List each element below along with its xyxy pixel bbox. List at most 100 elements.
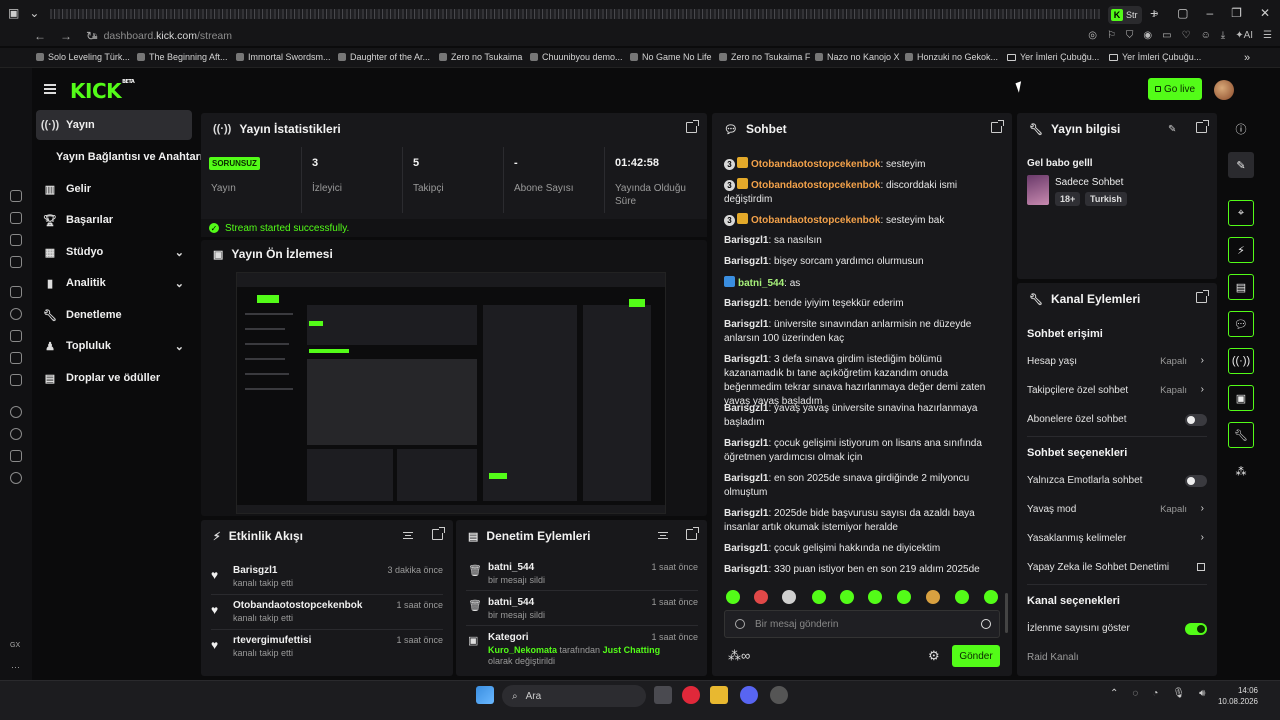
stats-widget-icon[interactable]: ⌖ — [1228, 200, 1254, 226]
sidebar-app-icon[interactable] — [10, 190, 22, 202]
pip-icon[interactable]: ▭ — [1162, 30, 1171, 41]
sidebar-app-icon[interactable] — [10, 330, 22, 342]
popout-icon[interactable] — [1196, 120, 1209, 133]
extensions-icon[interactable] — [10, 450, 22, 462]
bookmark-item[interactable]: Zero no Tsukaima — [439, 52, 522, 62]
bookmark-item[interactable]: Chuunibyou demo... — [530, 52, 623, 62]
mod-user[interactable]: batni_544 — [488, 562, 534, 573]
emote-icon[interactable] — [868, 590, 882, 604]
kick-logo[interactable]: KICKBETA — [70, 79, 135, 103]
emote-icon[interactable] — [812, 590, 826, 604]
slow-mode-setting[interactable]: Yavaş mod Kapalı › — [1027, 503, 1207, 520]
popout-icon[interactable] — [686, 120, 699, 133]
bookmark-item[interactable]: The Beginning Aft... — [137, 52, 228, 62]
browser-menu[interactable]: ▣ ⌄ — [8, 6, 39, 20]
banned-words-setting[interactable]: Yasaklanmış kelimeler › — [1027, 532, 1207, 549]
emote-icon[interactable] — [840, 590, 854, 604]
volume-icon[interactable]: 🔊︎ — [1199, 688, 1205, 699]
info-icon[interactable]: ⓘ — [1228, 116, 1254, 142]
chat-username[interactable]: Barisgzl1 — [724, 543, 768, 554]
emote-icon[interactable] — [897, 590, 911, 604]
mod-user-link[interactable]: Kuro_Nekomata — [488, 645, 557, 655]
camera-icon[interactable]: ◎ — [1088, 30, 1097, 41]
gear-icon[interactable]: ⚙ — [928, 648, 940, 664]
activity-user[interactable]: rtevergimufettisi — [233, 635, 311, 646]
chevron-up-icon[interactable]: ⌃ — [1110, 688, 1118, 699]
popout-icon[interactable] — [1196, 290, 1209, 303]
raid-setting[interactable]: Raid Kanalı — [1027, 652, 1207, 668]
menu-icon[interactable]: ☰ — [1263, 30, 1272, 41]
sidebar-app-icon[interactable] — [10, 234, 22, 246]
sidebar-item-drops[interactable]: ▤ Droplar ve ödüller — [36, 363, 192, 393]
followers-only-setting[interactable]: Takipçilere özel sohbet Kapalı › — [1027, 384, 1207, 401]
chat-tools-icon[interactable]: ⁂∞ — [728, 648, 750, 664]
account-age-setting[interactable]: Hesap yaşı Kapalı › — [1027, 355, 1207, 372]
chat-username[interactable]: Otobandaotostopcekenbok — [751, 180, 880, 191]
chat-username[interactable]: Barisgzl1 — [724, 564, 768, 575]
maximize-button[interactable]: ❐ — [1231, 6, 1242, 21]
edit-icon[interactable]: ✎ — [1168, 124, 1176, 135]
chat-username[interactable]: Otobandaotostopcekenbok — [751, 215, 880, 226]
pencil-icon[interactable]: ✎ — [1228, 152, 1254, 178]
emote-icon[interactable] — [754, 590, 768, 604]
bookmark-item[interactable]: Daughter of the Ar... — [338, 52, 430, 62]
search-tabs-icon[interactable]: ⌕ — [1152, 6, 1159, 21]
start-icon[interactable] — [476, 686, 494, 704]
opera-icon[interactable] — [682, 686, 700, 704]
forward-button[interactable]: → — [60, 29, 72, 43]
go-live-button[interactable]: Go live — [1148, 78, 1202, 100]
popout-icon[interactable] — [686, 527, 699, 540]
broadcast-icon[interactable]: ((·)) — [1228, 348, 1254, 374]
chat-username[interactable]: Barisgzl1 — [724, 354, 768, 365]
player-icon[interactable] — [10, 406, 22, 418]
chat-username[interactable]: Barisgzl1 — [724, 319, 768, 330]
popout-icon[interactable] — [432, 527, 445, 540]
sidebar-app-icon[interactable] — [10, 286, 22, 298]
chat-username[interactable]: Barisgzl1 — [724, 403, 768, 414]
stream-category[interactable]: Sadece Sohbet — [1055, 177, 1123, 188]
browser-tabs[interactable] — [50, 9, 1100, 19]
emote-icon[interactable] — [984, 590, 998, 604]
sidebar-item-community[interactable]: ♟ Topluluk ⌄ — [36, 331, 192, 361]
sidebar-item-studio[interactable]: ▦ Stüdyo ⌄ — [36, 237, 192, 267]
sidebar-item-revenue[interactable]: ▥ Gelir — [36, 174, 192, 204]
wrench-icon[interactable]: 🔧︎ — [1228, 422, 1254, 448]
popout-icon[interactable] — [991, 120, 1004, 133]
activity-user[interactable]: Barisgzl1 — [233, 565, 277, 576]
sidebar-item-stream[interactable]: ((·)) Yayın — [36, 110, 192, 140]
document-icon[interactable]: ▤ — [1228, 274, 1254, 300]
smile-icon[interactable] — [981, 619, 991, 629]
filter-icon[interactable] — [658, 532, 668, 539]
task-view-icon[interactable] — [654, 686, 672, 704]
bolt-icon[interactable]: ⚡︎ — [1228, 237, 1254, 263]
network-icon[interactable]: ◌ — [1132, 688, 1138, 699]
mod-category-link[interactable]: Just Chatting — [603, 645, 661, 655]
emote-icon[interactable] — [782, 590, 796, 604]
obs-icon[interactable] — [770, 686, 788, 704]
emote-icon[interactable] — [726, 590, 740, 604]
sidebar-item-moderation[interactable]: 🔧︎ Denetleme — [36, 300, 192, 330]
more-icon[interactable]: ··· — [11, 662, 20, 672]
sidebar-item-analytics[interactable]: ▮ Analitik ⌄ — [36, 268, 192, 298]
avatar[interactable] — [1214, 80, 1234, 100]
taskbar-clock[interactable]: 14:06 10.08.2026 — [1218, 685, 1258, 707]
ai-icon[interactable]: ✦AI — [1235, 30, 1253, 41]
bookmark-item[interactable]: Solo Leveling Türk... — [36, 52, 130, 62]
mod-user[interactable]: batni_544 — [488, 597, 534, 608]
ai-moderation-setting[interactable]: Yapay Zeka ile Sohbet Denetimi — [1027, 562, 1207, 578]
shield-icon[interactable]: ⛉ — [1126, 30, 1134, 41]
bookmark-icon[interactable]: ⚐ — [1107, 30, 1116, 41]
activity-user[interactable]: Otobandaotostopcekenbok — [233, 600, 362, 611]
send-button[interactable]: Gönder — [952, 645, 1000, 667]
chat-icon[interactable]: 💬︎ — [1228, 311, 1254, 337]
chat-username[interactable]: batni_544 — [738, 278, 784, 289]
sidebar-item-stream-key[interactable]: Yayın Bağlantısı ve Anahtarı — [56, 151, 203, 163]
download-icon[interactable]: ⤓ — [1221, 30, 1225, 41]
discord-icon[interactable] — [740, 686, 758, 704]
chat-input[interactable]: Bir mesaj gönderin — [724, 610, 1000, 638]
bookmarks-more-icon[interactable]: » — [1244, 52, 1250, 64]
chat-username[interactable]: Barisgzl1 — [724, 508, 768, 519]
sidebar-app-icon[interactable] — [10, 212, 22, 224]
workspace-icon[interactable]: ▣ — [8, 6, 19, 20]
sidebar-app-icon[interactable] — [10, 256, 22, 268]
